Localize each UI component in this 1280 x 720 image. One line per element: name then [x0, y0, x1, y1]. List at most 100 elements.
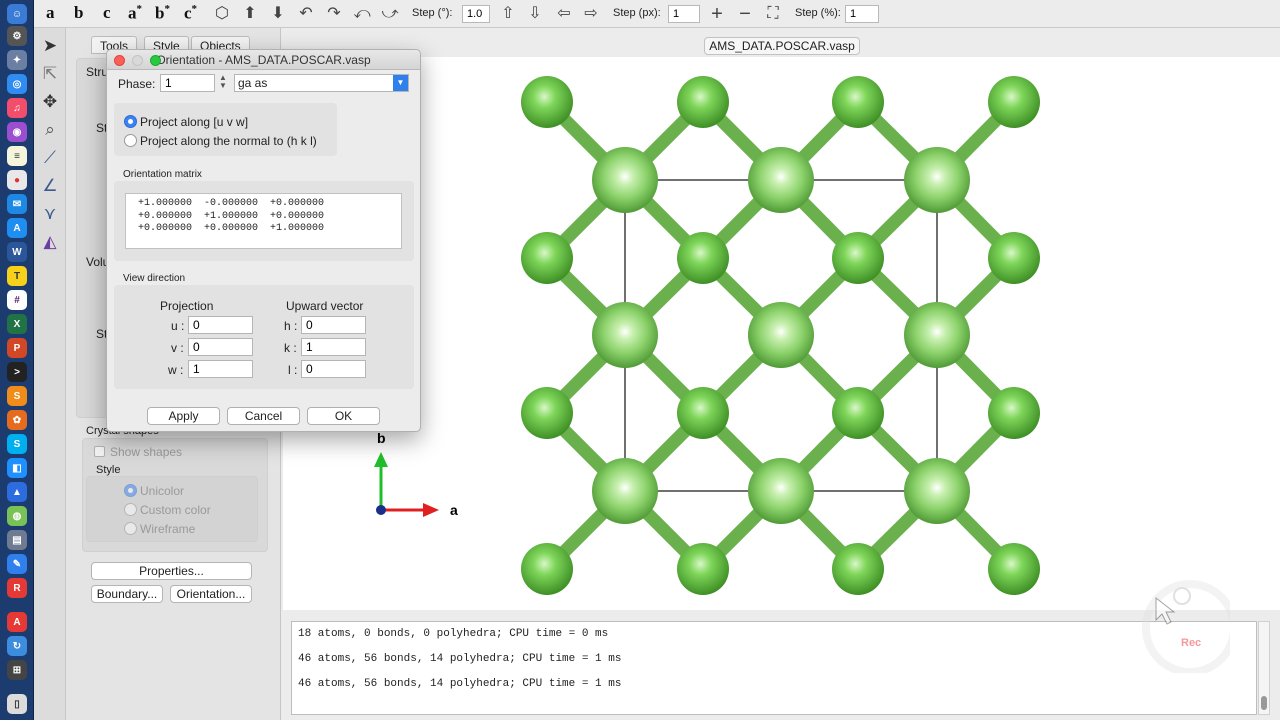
android-icon[interactable]: ◍: [7, 506, 27, 526]
angle-icon[interactable]: ∠: [38, 174, 62, 198]
atom-small[interactable]: [521, 232, 573, 284]
crystal-structure-svg[interactable]: b a: [283, 57, 1280, 610]
atom-large[interactable]: [592, 302, 658, 368]
view-a-button[interactable]: a: [46, 3, 55, 23]
arrow-down-icon[interactable]: ⬇: [268, 4, 288, 24]
atom-small[interactable]: [988, 76, 1040, 128]
atom-small[interactable]: [677, 76, 729, 128]
step-pct-input[interactable]: [845, 5, 879, 23]
atom-large[interactable]: [748, 147, 814, 213]
distance-icon[interactable]: ⟋: [38, 146, 62, 170]
properties-button[interactable]: Properties...: [91, 562, 252, 580]
atom-small[interactable]: [521, 543, 573, 595]
log-scrollbar[interactable]: [1258, 621, 1270, 715]
document-tab[interactable]: AMS_DATA.POSCAR.vasp: [704, 37, 860, 55]
app-icon[interactable]: ◧: [7, 458, 27, 478]
atom-small[interactable]: [832, 543, 884, 595]
sync-icon[interactable]: ↻: [7, 636, 27, 656]
document-icon[interactable]: ▯: [7, 694, 27, 714]
appstore-icon[interactable]: A: [7, 218, 27, 238]
u-input[interactable]: [188, 316, 253, 334]
atom-small[interactable]: [988, 387, 1040, 439]
cancel-button[interactable]: Cancel: [227, 407, 300, 425]
unicolor-radio[interactable]: [124, 484, 137, 497]
move-left-icon[interactable]: ⇦: [554, 4, 574, 24]
rec-app-icon[interactable]: R: [7, 578, 27, 598]
project-uvw-radio[interactable]: [124, 115, 137, 128]
select-arrow-icon[interactable]: ➤: [38, 34, 62, 58]
atom-large[interactable]: [748, 302, 814, 368]
messenger-icon[interactable]: ✉: [7, 194, 27, 214]
atom-large[interactable]: [592, 458, 658, 524]
atom-large[interactable]: [904, 302, 970, 368]
project-hkl-radio[interactable]: [124, 134, 137, 147]
atom-large[interactable]: [904, 458, 970, 524]
atom-large[interactable]: [592, 147, 658, 213]
zoom-out-icon[interactable]: −: [735, 4, 755, 24]
w-input[interactable]: [188, 360, 253, 378]
minimize-button[interactable]: [132, 55, 143, 66]
chrome-icon[interactable]: ●: [7, 170, 27, 190]
atom-small[interactable]: [521, 76, 573, 128]
system-prefs-icon[interactable]: ⚙: [7, 26, 27, 46]
wireframe-radio[interactable]: [124, 522, 137, 535]
magnify-icon[interactable]: ⌕: [38, 118, 62, 142]
custom-color-radio[interactable]: [124, 503, 137, 516]
k-input[interactable]: [301, 338, 366, 356]
acrobat-icon[interactable]: A: [7, 612, 27, 632]
terminal-icon[interactable]: >: [7, 362, 27, 382]
finder-icon[interactable]: ☺: [7, 4, 27, 24]
log-scroll-thumb[interactable]: [1261, 696, 1267, 710]
atom-small[interactable]: [988, 232, 1040, 284]
ok-button[interactable]: OK: [307, 407, 380, 425]
phase-stepper[interactable]: ▲ ▼: [217, 74, 229, 92]
l-input[interactable]: [301, 360, 366, 378]
vesta-icon[interactable]: ✿: [7, 410, 27, 430]
atom-large[interactable]: [904, 147, 970, 213]
powerpoint-icon[interactable]: P: [7, 338, 27, 358]
music-icon[interactable]: ♫: [7, 98, 27, 118]
phase-number-input[interactable]: [160, 74, 215, 92]
move-down-icon[interactable]: ⇩: [525, 4, 545, 24]
view-c-button[interactable]: c: [103, 3, 111, 23]
apply-button[interactable]: Apply: [147, 407, 220, 425]
atom-large[interactable]: [748, 458, 814, 524]
xcode-icon[interactable]: ✎: [7, 554, 27, 574]
kakaotalk-icon[interactable]: T: [7, 266, 27, 286]
step-deg-input[interactable]: [462, 5, 490, 23]
plane-icon[interactable]: ◭: [38, 230, 62, 254]
boundary-button[interactable]: Boundary...: [91, 585, 163, 603]
close-button[interactable]: [114, 55, 125, 66]
fit-icon[interactable]: ⛶: [763, 4, 783, 24]
skype-icon[interactable]: S: [7, 434, 27, 454]
rotate-cw-icon[interactable]: ⤻: [380, 4, 400, 24]
view-b-star-button[interactable]: b*: [155, 3, 170, 24]
rotate-left-icon[interactable]: ↶: [296, 4, 316, 24]
select-outline-icon[interactable]: ⇱: [38, 62, 62, 86]
safari-icon[interactable]: ◎: [7, 74, 27, 94]
show-shapes-checkbox[interactable]: [94, 446, 105, 457]
podcasts-icon[interactable]: ◉: [7, 122, 27, 142]
notes-icon[interactable]: ≡: [7, 146, 27, 166]
atom-small[interactable]: [677, 387, 729, 439]
preview-icon[interactable]: ▤: [7, 530, 27, 550]
view-b-button[interactable]: b: [74, 3, 83, 23]
calculator-icon[interactable]: ⊞: [7, 660, 27, 680]
rotate-ccw-icon[interactable]: ⤺: [352, 4, 372, 24]
arrow-up-icon[interactable]: ⬆: [240, 4, 260, 24]
h-input[interactable]: [301, 316, 366, 334]
launchpad-icon[interactable]: ✦: [7, 50, 27, 70]
view-a-star-button[interactable]: a*: [128, 3, 142, 24]
affinity-icon[interactable]: ▲: [7, 482, 27, 502]
slack-icon[interactable]: #: [7, 290, 27, 310]
polyhedron-icon[interactable]: ⬡: [212, 4, 232, 24]
zoom-button[interactable]: [150, 55, 161, 66]
excel-icon[interactable]: X: [7, 314, 27, 334]
atom-small[interactable]: [677, 543, 729, 595]
atom-small[interactable]: [832, 387, 884, 439]
move-up-icon[interactable]: ⇧: [498, 4, 518, 24]
rotate-right-icon[interactable]: ↷: [324, 4, 344, 24]
atom-small[interactable]: [832, 232, 884, 284]
structure-canvas[interactable]: b a: [283, 57, 1280, 610]
atom-small[interactable]: [677, 232, 729, 284]
